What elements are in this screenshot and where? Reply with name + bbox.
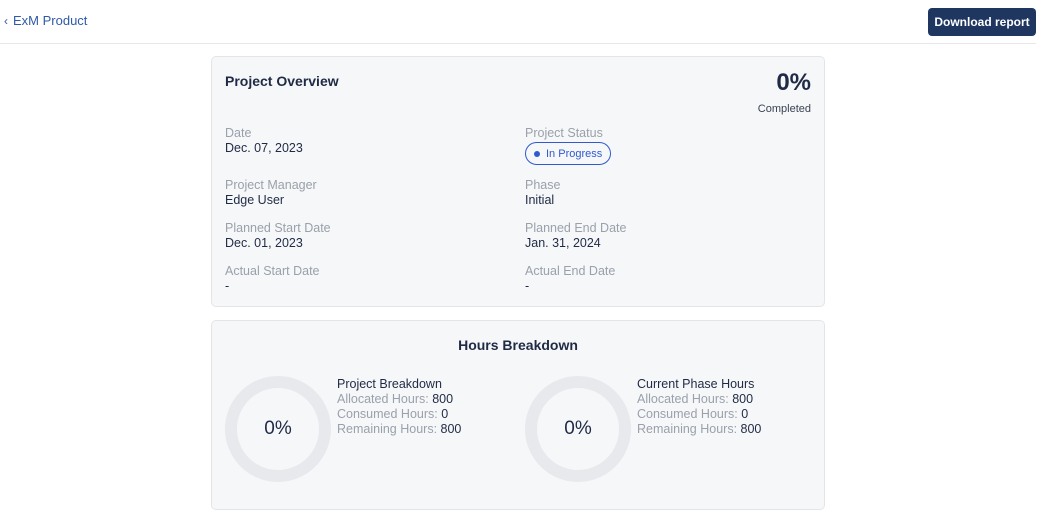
status-badge: In Progress bbox=[525, 142, 612, 165]
actual-end-label: Actual End Date bbox=[525, 264, 616, 278]
planned-end-field: Planned End Date Jan. 31, 2024 bbox=[525, 221, 626, 251]
project-breakdown-details: Project Breakdown Allocated Hours: 800 C… bbox=[337, 377, 461, 437]
phase-allocated-label: Allocated Hours: bbox=[637, 392, 729, 406]
status-dot-icon bbox=[534, 150, 540, 157]
phase-consumed-label: Consumed Hours: bbox=[637, 407, 738, 421]
phase-consumed-value: 0 bbox=[741, 407, 749, 421]
phase-remaining-row: Remaining Hours: 800 bbox=[637, 422, 761, 437]
phase-allocated-row: Allocated Hours: 800 bbox=[637, 392, 761, 407]
phase-hours-details: Current Phase Hours Allocated Hours: 800… bbox=[637, 377, 761, 437]
actual-start-value: - bbox=[225, 279, 230, 293]
project-status-field: Project Status In Progress bbox=[525, 126, 612, 165]
date-value: Dec. 07, 2023 bbox=[225, 141, 303, 155]
date-field: Date Dec. 07, 2023 bbox=[225, 126, 303, 156]
actual-end-value: - bbox=[525, 279, 530, 293]
phase-remaining-value: 800 bbox=[740, 422, 762, 436]
project-allocated-row: Allocated Hours: 800 bbox=[337, 392, 461, 407]
project-remaining-label: Remaining Hours: bbox=[337, 422, 438, 436]
project-breakdown-title: Project Breakdown bbox=[337, 377, 442, 391]
actual-end-field: Actual End Date - bbox=[525, 264, 615, 294]
project-hours-donut: 0% bbox=[225, 376, 331, 482]
project-overview-card: Project Overview 0% Completed Date Dec. … bbox=[211, 56, 825, 307]
back-link[interactable]: ‹ ExM Product bbox=[4, 13, 87, 28]
project-allocated-value: 800 bbox=[432, 392, 454, 406]
phase-value: Initial bbox=[525, 193, 555, 207]
project-remaining-value: 800 bbox=[440, 422, 462, 436]
phase-consumed-row: Consumed Hours: 0 bbox=[637, 407, 761, 422]
phase-hours-donut: 0% bbox=[525, 376, 631, 482]
status-badge-label: In Progress bbox=[546, 147, 603, 160]
project-manager-label: Project Manager bbox=[225, 178, 317, 192]
project-remaining-row: Remaining Hours: 800 bbox=[337, 422, 461, 437]
phase-label: Phase bbox=[525, 178, 561, 192]
chevron-left-icon: ‹ bbox=[4, 13, 8, 28]
phase-hours-percent: 0% bbox=[564, 418, 592, 439]
phase-field: Phase Initial bbox=[525, 178, 560, 208]
project-manager-value: Edge User bbox=[225, 193, 285, 207]
completion-percent: 0% bbox=[776, 69, 811, 96]
download-report-button[interactable]: Download report bbox=[928, 8, 1036, 36]
completion-caption: Completed bbox=[757, 103, 811, 115]
project-consumed-label: Consumed Hours: bbox=[337, 407, 438, 421]
phase-allocated-value: 800 bbox=[732, 392, 754, 406]
project-hours-percent: 0% bbox=[264, 418, 292, 439]
planned-end-value: Jan. 31, 2024 bbox=[525, 236, 601, 250]
planned-start-label: Planned Start Date bbox=[225, 221, 331, 235]
phase-hours-title: Current Phase Hours bbox=[637, 377, 755, 391]
project-allocated-label: Allocated Hours: bbox=[337, 392, 429, 406]
project-manager-field: Project Manager Edge User bbox=[225, 178, 317, 208]
project-overview-title: Project Overview bbox=[225, 73, 339, 89]
planned-start-value: Dec. 01, 2023 bbox=[225, 236, 303, 250]
actual-start-label: Actual Start Date bbox=[225, 264, 320, 278]
planned-end-label: Planned End Date bbox=[525, 221, 627, 235]
phase-remaining-label: Remaining Hours: bbox=[637, 422, 738, 436]
planned-start-field: Planned Start Date Dec. 01, 2023 bbox=[225, 221, 331, 251]
back-link-label: ExM Product bbox=[13, 13, 88, 28]
actual-start-field: Actual Start Date - bbox=[225, 264, 320, 294]
project-status-label: Project Status bbox=[525, 126, 603, 140]
hours-breakdown-title: Hours Breakdown bbox=[458, 337, 578, 353]
project-consumed-value: 0 bbox=[441, 407, 449, 421]
date-label: Date bbox=[225, 126, 252, 140]
project-consumed-row: Consumed Hours: 0 bbox=[337, 407, 461, 422]
top-bar: ‹ ExM Product Download report bbox=[0, 0, 1036, 44]
hours-breakdown-card: Hours Breakdown 0% Project Breakdown All… bbox=[211, 320, 825, 510]
